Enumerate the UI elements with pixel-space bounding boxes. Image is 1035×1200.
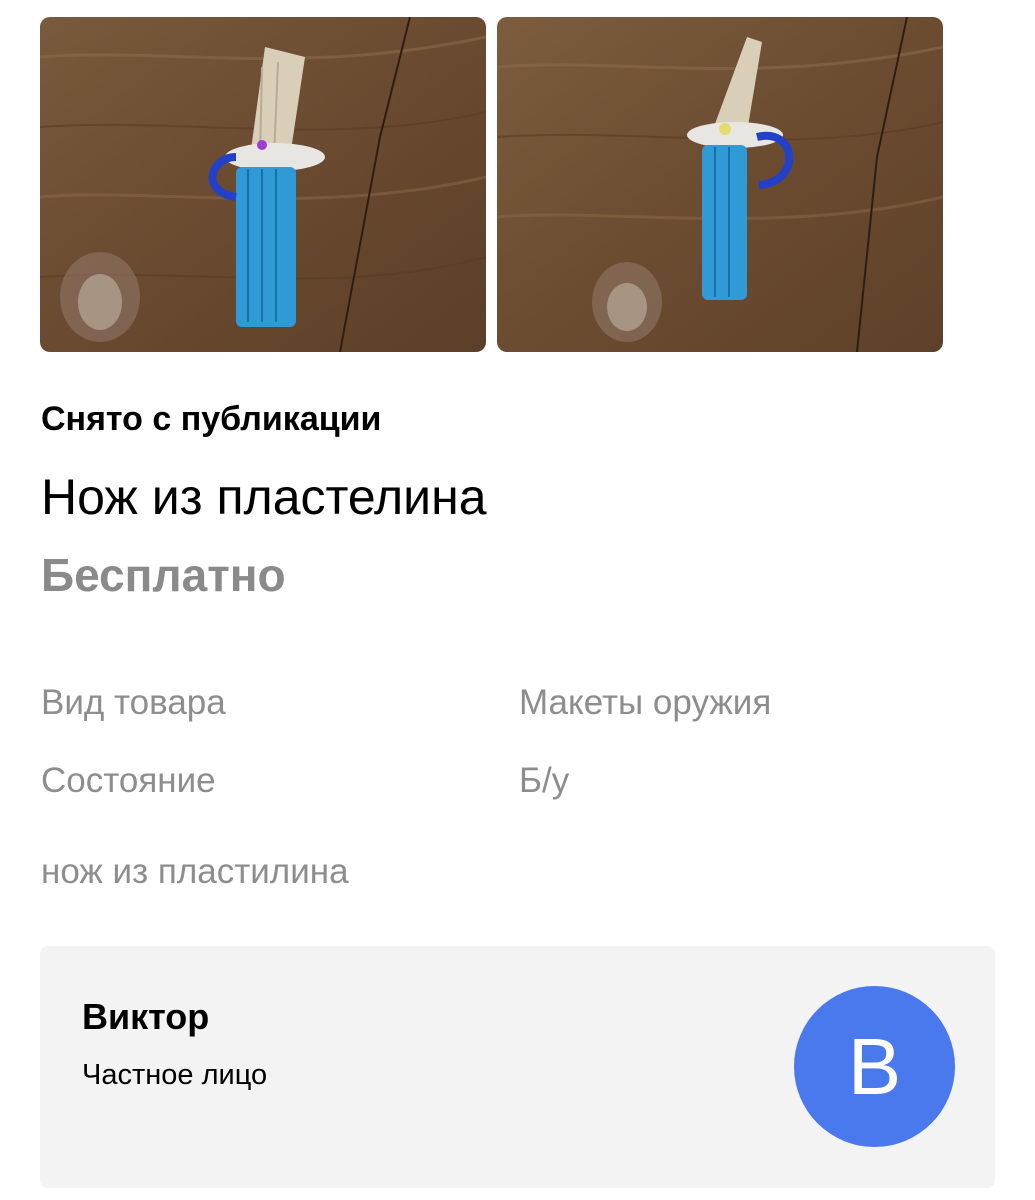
param-key: Вид товара [41, 683, 226, 722]
listing-status: Снято с публикации [41, 400, 382, 438]
param-row-category: Вид товара Макеты оружия [41, 683, 941, 761]
param-key: Состояние [41, 761, 216, 800]
plasticine-knife-image [40, 17, 486, 352]
listing-price: Бесплатно [41, 549, 286, 601]
plasticine-knife-image [497, 17, 943, 352]
listing-description: нож из пластилина [41, 852, 349, 891]
param-value: Макеты оружия [519, 683, 772, 722]
param-value: Б/у [519, 761, 570, 800]
product-photo-1[interactable] [40, 17, 486, 352]
product-photo-2[interactable] [497, 17, 943, 352]
photo-gallery [40, 17, 943, 352]
listing-title: Нож из пластелина [41, 469, 487, 525]
seller-name[interactable]: Виктор [82, 996, 209, 1038]
seller-avatar[interactable]: В [794, 986, 955, 1147]
seller-type: Частное лицо [82, 1059, 268, 1091]
listing-params: Вид товара Макеты оружия Состояние Б/у [41, 683, 941, 839]
seller-card[interactable]: Виктор Частное лицо В [40, 946, 995, 1188]
param-row-condition: Состояние Б/у [41, 761, 941, 839]
